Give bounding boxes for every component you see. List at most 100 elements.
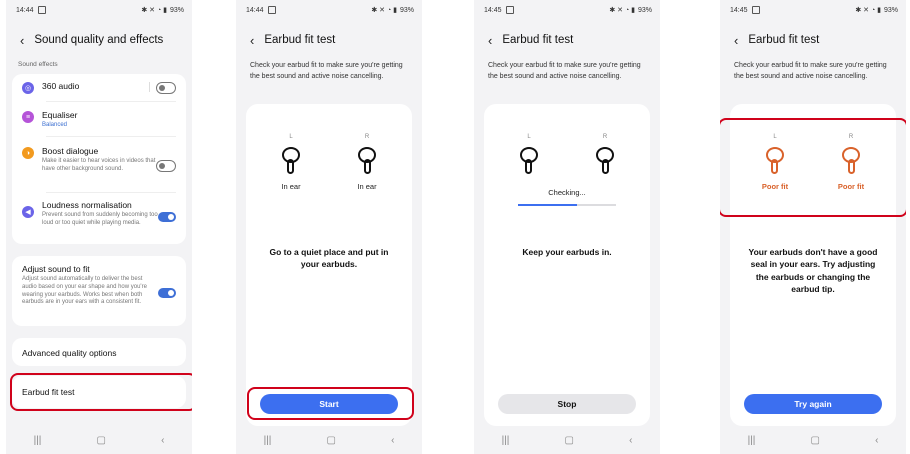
stop-button[interactable]: Stop xyxy=(498,394,636,414)
setting-360-audio[interactable]: ◎ 360 audio xyxy=(22,81,176,94)
left-label: L xyxy=(289,134,293,140)
battery-level: 93% xyxy=(399,6,414,14)
setting-adjust-sound[interactable]: Adjust sound to fit Adjust sound automat… xyxy=(22,264,176,307)
toggle-boost-dialogue[interactable] xyxy=(156,160,176,172)
advanced-quality-label: Advanced quality options xyxy=(22,348,117,358)
right-label: R xyxy=(364,134,370,140)
fit-test-description: Check your earbud fit to make sure you'r… xyxy=(488,62,641,81)
setting-loudness-normalisation[interactable]: ◀ Loudness normalisation Prevent sound f… xyxy=(22,200,176,228)
status-bar: 14:45 ✱ ✕ ◔ ▮ 93% xyxy=(484,4,652,16)
back-icon[interactable]: ‹ xyxy=(250,34,254,47)
divider xyxy=(46,136,176,137)
status-time: 14:44 xyxy=(246,6,264,14)
status-bar: 14:44 ✱ ✕ ◔ ▮ 93% xyxy=(16,4,184,16)
earbud-left-icon xyxy=(520,147,538,174)
battery-level: 93% xyxy=(169,6,184,14)
right-label: R xyxy=(602,134,608,140)
home-icon[interactable]: ▢ xyxy=(810,435,819,446)
recents-icon[interactable]: ||| xyxy=(264,435,272,446)
left-label: L xyxy=(527,134,531,140)
back-nav-icon[interactable]: ‹ xyxy=(161,435,164,446)
right-earbud: R In ear xyxy=(351,134,383,191)
divider xyxy=(46,101,176,102)
setting-equaliser[interactable]: ≡ Equaliser Balanced xyxy=(22,110,176,130)
setting-description: Adjust sound automatically to deliver th… xyxy=(22,276,147,306)
toggle-360-audio[interactable] xyxy=(156,82,176,94)
divider xyxy=(149,82,150,92)
phone-screen-fit-test-checking: 14:45 ✱ ✕ ◔ ▮ 93% ‹ Earbud fit test Check… xyxy=(474,0,660,454)
dialogue-icon: ◑ xyxy=(22,147,34,159)
right-status: In ear xyxy=(357,182,377,191)
page-title: Earbud fit test xyxy=(748,34,820,46)
earbud-right-icon xyxy=(358,147,376,174)
advanced-quality-card[interactable]: Advanced quality options xyxy=(12,338,186,366)
back-nav-icon[interactable]: ‹ xyxy=(629,435,632,446)
status-icons: ✱ ✕ ◔ ▮ xyxy=(371,7,397,14)
navigation-bar: ||| ▢ ‹ xyxy=(236,432,422,448)
home-icon[interactable]: ▢ xyxy=(326,435,335,446)
navigation-bar: ||| ▢ ‹ xyxy=(6,432,192,448)
equaliser-icon: ≡ xyxy=(22,111,34,123)
setting-description: Prevent sound from suddenly becoming too… xyxy=(42,212,158,226)
notification-icon xyxy=(267,6,276,14)
back-nav-icon[interactable]: ‹ xyxy=(391,435,394,446)
back-icon[interactable]: ‹ xyxy=(20,34,24,47)
instruction-message: Go to a quiet place and put in your earb… xyxy=(269,247,389,270)
setting-value: Balanced xyxy=(42,122,68,128)
battery-level: 93% xyxy=(883,6,898,14)
setting-label: Boost dialogue xyxy=(42,146,99,156)
fit-test-description: Check your earbud fit to make sure you'r… xyxy=(734,62,887,81)
battery-level: 93% xyxy=(637,6,652,14)
highlight-box xyxy=(247,387,414,420)
recents-icon[interactable]: ||| xyxy=(502,435,510,446)
divider xyxy=(46,192,176,193)
surround-icon: ◎ xyxy=(22,82,34,94)
home-icon[interactable]: ▢ xyxy=(564,435,573,446)
back-nav-icon[interactable]: ‹ xyxy=(875,435,878,446)
adjust-sound-card[interactable]: Adjust sound to fit Adjust sound automat… xyxy=(12,256,186,326)
setting-label: Equaliser xyxy=(42,110,78,120)
toggle-adjust-sound[interactable] xyxy=(158,288,176,298)
highlight-box xyxy=(10,373,192,411)
page-title: Earbud fit test xyxy=(502,34,574,46)
toggle-loudness-normalisation[interactable] xyxy=(158,212,176,222)
recents-icon[interactable]: ||| xyxy=(34,435,42,446)
status-icons: ✱ ✕ ◔ ▮ xyxy=(141,7,167,14)
back-icon[interactable]: ‹ xyxy=(734,34,738,47)
loudness-icon: ◀ xyxy=(22,206,34,218)
earbud-left-icon xyxy=(282,147,300,174)
page-title: Earbud fit test xyxy=(264,34,336,46)
sound-effects-card: ◎ 360 audio ≡ Equaliser Balanced ◑ Boost… xyxy=(12,74,186,244)
fit-test-description: Check your earbud fit to make sure you'r… xyxy=(250,62,403,81)
setting-label: 360 audio xyxy=(42,81,80,91)
setting-boost-dialogue[interactable]: ◑ Boost dialogue Make it easier to hear … xyxy=(22,146,176,174)
notification-icon xyxy=(751,6,760,14)
home-icon[interactable]: ▢ xyxy=(96,435,105,446)
page-title: Sound quality and effects xyxy=(34,34,164,46)
fit-test-card: L R Checking... Keep your earbuds in. St… xyxy=(484,104,650,426)
instruction-message: Keep your earbuds in. xyxy=(522,247,612,257)
left-earbud: L xyxy=(513,134,545,176)
status-time: 14:45 xyxy=(484,6,502,14)
status-bar: 14:45 ✱ ✕ ◔ ▮ 93% xyxy=(730,4,898,16)
status-time: 14:45 xyxy=(730,6,748,14)
recents-icon[interactable]: ||| xyxy=(748,435,756,446)
highlight-box xyxy=(720,118,906,217)
fit-test-card: L In ear R In ear Go to a quiet place an… xyxy=(246,104,412,426)
notification-icon xyxy=(505,6,514,14)
try-again-button[interactable]: Try again xyxy=(744,394,882,414)
phone-screen-fit-test-start: 14:44 ✱ ✕ ◔ ▮ 93% ‹ Earbud fit test Check… xyxy=(236,0,422,454)
progress-bar xyxy=(518,204,616,206)
notification-icon xyxy=(37,6,46,14)
left-status: In ear xyxy=(281,182,301,191)
navigation-bar: ||| ▢ ‹ xyxy=(474,432,660,448)
progress-fill xyxy=(518,204,577,206)
status-bar: 14:44 ✱ ✕ ◔ ▮ 93% xyxy=(246,4,414,16)
phone-screen-fit-test-result: 14:45 ✱ ✕ ◔ ▮ 93% ‹ Earbud fit test Check… xyxy=(720,0,906,454)
back-icon[interactable]: ‹ xyxy=(488,34,492,47)
setting-label: Loudness normalisation xyxy=(42,200,132,210)
status-time: 14:44 xyxy=(16,6,34,14)
setting-description: Make it easier to hear voices in videos … xyxy=(42,158,156,172)
right-earbud: R xyxy=(589,134,621,176)
navigation-bar: ||| ▢ ‹ xyxy=(720,432,906,448)
